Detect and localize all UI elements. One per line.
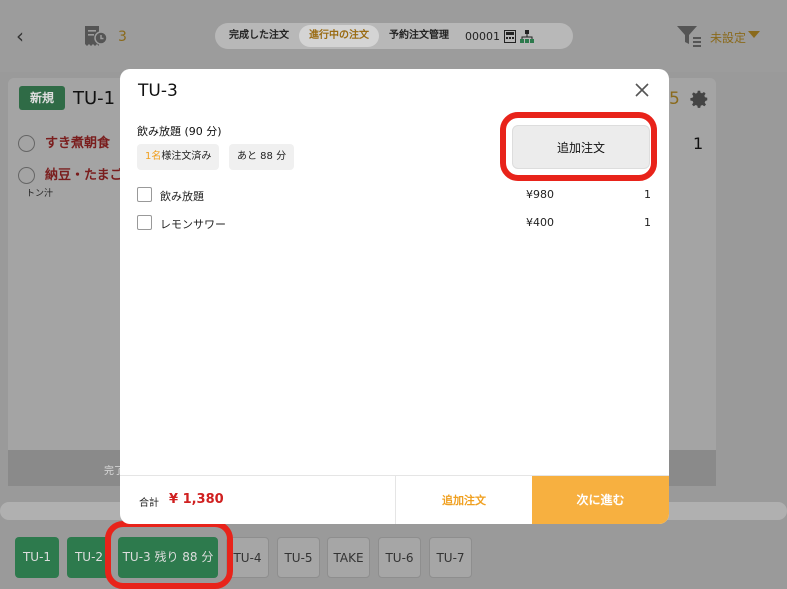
item-checkbox[interactable] <box>137 215 152 230</box>
radio-button[interactable] <box>18 135 35 152</box>
list-item[interactable]: レモンサワー ¥400 1 <box>137 213 652 233</box>
status-badge: 新規 <box>19 86 65 110</box>
table-tab-tu-6[interactable]: TU-6 <box>378 537 421 578</box>
close-icon[interactable] <box>634 82 650 98</box>
item-checkbox[interactable] <box>137 187 152 202</box>
filter-label[interactable]: 未設定 <box>710 29 746 46</box>
table-tab-tu-7[interactable]: TU-7 <box>429 537 472 578</box>
item-qty: 1 <box>644 216 651 229</box>
store-code-label: 00001 <box>465 29 500 43</box>
order-card-count: 5 <box>669 89 680 109</box>
table-tab-tu-5[interactable]: TU-5 <box>277 537 320 578</box>
order-card-title: TU-1 <box>73 88 116 109</box>
dialog-footer: 合計 ¥ 1,380 追加注文 次に進む <box>120 475 669 524</box>
dialog-title: TU-3 <box>138 81 178 101</box>
order-status-segment: 完成した注文 進行中の注文 予約注文管理 00001 <box>215 23 573 49</box>
list-item[interactable]: 飲み放題 ¥980 1 <box>137 185 652 205</box>
receipt-clock-icon[interactable] <box>82 24 108 48</box>
item-qty: 1 <box>644 188 651 201</box>
total-label: 合計 <box>139 498 159 509</box>
top-bar: ‹ 3 完成した注文 進行中の注文 予約注文管理 00001 未設定 <box>0 0 787 72</box>
tab-in-progress-orders[interactable]: 進行中の注文 <box>299 25 379 47</box>
filter-icon[interactable] <box>676 24 702 48</box>
list-item[interactable]: すき煮朝食 <box>18 132 110 152</box>
footer-add-order-button[interactable]: 追加注文 <box>395 476 532 524</box>
next-button[interactable]: 次に進む <box>532 476 669 524</box>
receipt-count: 3 <box>118 29 127 45</box>
calculator-icon <box>504 29 516 43</box>
network-icon <box>520 29 534 43</box>
total-value: ¥ 1,380 <box>169 492 224 507</box>
list-item-label: 納豆・たまご <box>45 168 123 183</box>
ordered-count-highlight: 1名 <box>145 151 162 162</box>
item-price: ¥980 <box>526 188 554 201</box>
radio-button[interactable] <box>18 167 35 184</box>
chevron-down-icon[interactable] <box>748 31 760 38</box>
highlight-ring-tab <box>105 521 233 589</box>
highlight-ring-add-order <box>500 112 657 181</box>
course-title: 飲み放題 (90 分) <box>137 125 222 138</box>
item-sub-note: トン汁 <box>26 189 54 199</box>
ordered-count-chip: 1名様注文済み <box>137 144 220 170</box>
item-name: 飲み放題 <box>160 190 204 203</box>
table-tab-take[interactable]: TAKE <box>327 537 370 578</box>
tab-completed-orders[interactable]: 完成した注文 <box>219 25 299 47</box>
ordered-count-text: 様注文済み <box>161 151 212 162</box>
item-price: ¥400 <box>526 216 554 229</box>
tab-reservation-management[interactable]: 予約注文管理 <box>379 25 459 47</box>
back-icon[interactable]: ‹ <box>16 24 24 48</box>
remaining-time-chip: あと 88 分 <box>229 144 295 170</box>
order-card-qty: 1 <box>693 134 704 153</box>
list-item-label: すき煮朝食 <box>45 136 111 151</box>
store-code[interactable]: 00001 <box>459 29 540 43</box>
list-item[interactable]: 納豆・たまご <box>18 164 123 184</box>
gear-icon[interactable] <box>688 88 710 110</box>
table-tab-tu-1[interactable]: TU-1 <box>15 537 59 578</box>
item-name: レモンサワー <box>160 218 226 231</box>
